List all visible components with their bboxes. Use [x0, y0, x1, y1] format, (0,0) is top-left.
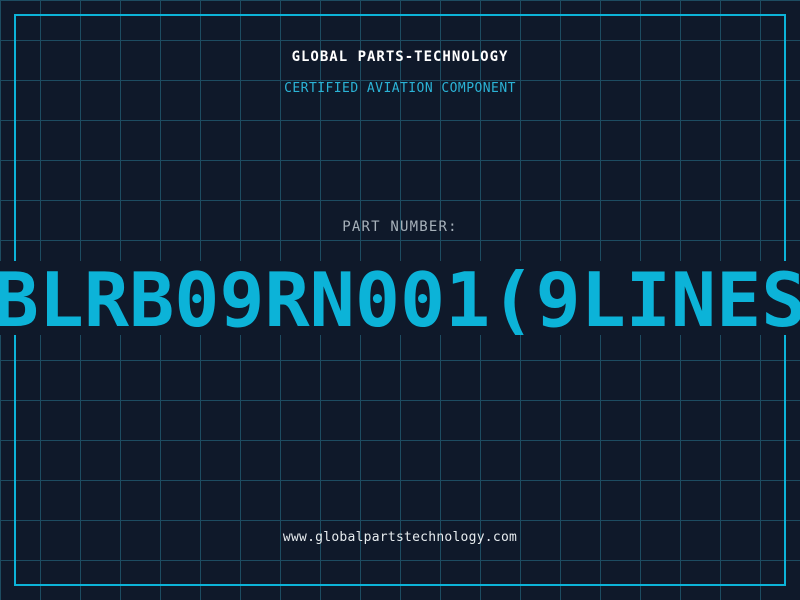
certification-subtitle: CERTIFIED AVIATION COMPONENT — [284, 81, 516, 96]
part-number-strip: BLRB09RN001(9LINES — [0, 261, 800, 335]
part-label-page: GLOBAL PARTS-TECHNOLOGY CERTIFIED AVIATI… — [0, 0, 800, 600]
website-url: www.globalpartstechnology.com — [282, 530, 518, 545]
company-title: GLOBAL PARTS-TECHNOLOGY — [291, 49, 509, 65]
part-number-label: PART NUMBER: — [342, 219, 458, 235]
part-number-value: BLRB09RN001(9LINES — [0, 261, 800, 336]
